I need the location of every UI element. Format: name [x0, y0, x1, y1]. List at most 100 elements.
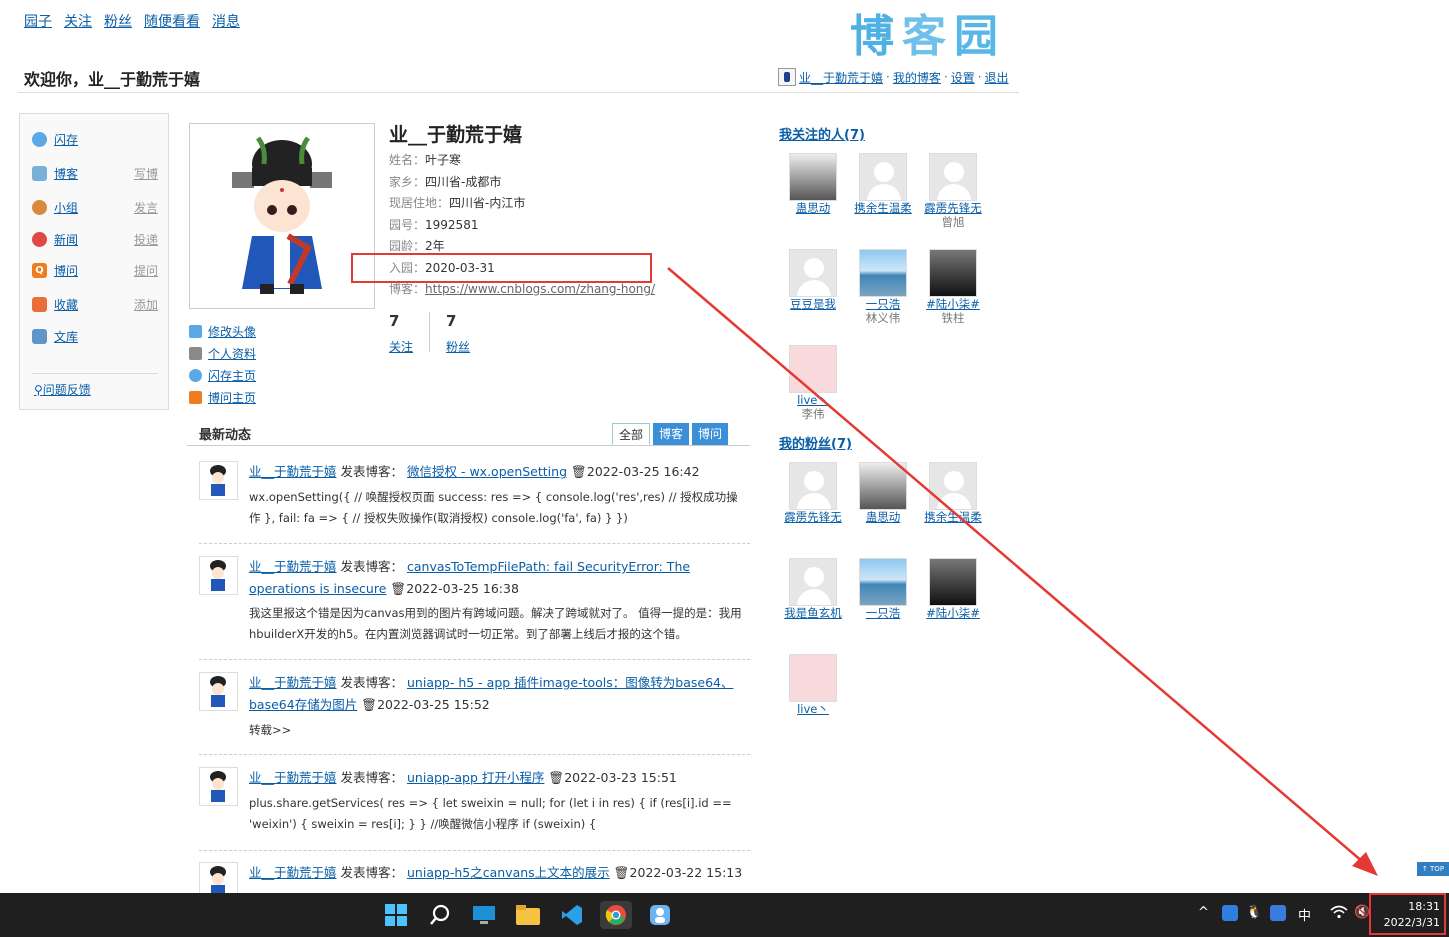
person-name-link[interactable]: 一只浩 [851, 297, 915, 311]
sidebar-item-label[interactable]: 小组 [54, 199, 78, 216]
entry-user-link[interactable]: 业__于勤荒于嬉 [249, 675, 337, 690]
shield-icon[interactable] [1270, 905, 1286, 921]
sidebar-item-sub[interactable]: 写博 [134, 165, 158, 182]
following-stat[interactable]: 7 关注 [389, 312, 429, 355]
wifi-icon[interactable] [1330, 905, 1348, 923]
tab-blog[interactable]: 博客 [653, 423, 690, 445]
entry-title-link[interactable]: uniapp-h5之canvans上文本的展示 [407, 865, 610, 880]
site-logo[interactable]: 博 客 园 [850, 0, 1000, 64]
sidebar-item-sub[interactable]: 提问 [134, 262, 158, 279]
person-name-link[interactable]: 霹雳先锋无 [921, 201, 985, 215]
chrome-icon[interactable] [600, 901, 632, 929]
desktop-icon[interactable] [470, 901, 498, 929]
nav-random-link[interactable]: 随便看看 [144, 11, 200, 31]
sidebar-item-question[interactable]: Q 博问 提问 [32, 262, 158, 279]
chevron-up-icon[interactable]: ^ [1198, 905, 1209, 920]
following-link[interactable]: 关注 [389, 338, 429, 355]
entry-user-link[interactable]: 业__于勤荒于嬉 [249, 464, 337, 479]
entry-title-link[interactable]: 微信授权 - wx.openSetting [407, 464, 567, 479]
logout-link[interactable]: 退出 [985, 69, 1009, 86]
ime-indicator[interactable]: 中 [1298, 905, 1311, 924]
sidebar-item-label[interactable]: 文库 [54, 328, 78, 345]
sidebar-item-blog[interactable]: 博客 写博 [32, 165, 158, 182]
sidebar-item-news[interactable]: 新闻 投递 [32, 231, 158, 248]
person-name-link[interactable]: 豆豆是我 [781, 297, 845, 311]
sidebar-item-sub[interactable]: 投递 [134, 231, 158, 248]
question-home-link[interactable]: 博问主页 [189, 386, 256, 408]
avatar[interactable] [199, 672, 238, 711]
link-label[interactable]: 修改头像 [208, 323, 256, 340]
qq-icon[interactable]: 🐧 [1246, 905, 1262, 920]
entry-title-link[interactable]: uniapp-app 打开小程序 [407, 770, 544, 785]
following-title[interactable]: 我关注的人(7) [779, 124, 865, 143]
person-card[interactable]: 豆豆是我 [781, 249, 845, 311]
sidebar-item-group[interactable]: 小组 发言 [32, 199, 158, 216]
person-avatar[interactable] [929, 558, 977, 606]
person-avatar[interactable] [859, 153, 907, 201]
person-avatar[interactable] [929, 249, 977, 297]
back-to-top-button[interactable]: ↑ TOP [1417, 862, 1449, 876]
nav-home-link[interactable]: 园子 [24, 11, 52, 31]
person-avatar[interactable] [789, 249, 837, 297]
person-card[interactable]: 一只浩 [851, 558, 915, 620]
trash-icon[interactable]: 🗑 [548, 770, 564, 785]
person-avatar[interactable] [929, 462, 977, 510]
speaker-muted-icon[interactable]: 🔇 [1354, 905, 1370, 920]
sidebar-item-library[interactable]: 文库 [32, 328, 158, 345]
person-card[interactable]: 携余生温柔 [851, 153, 915, 215]
person-name-link[interactable]: #陆小柒# [921, 606, 985, 620]
entry-user-link[interactable]: 业__于勤荒于嬉 [249, 770, 337, 785]
person-name-link[interactable]: 蛊思动 [851, 510, 915, 524]
person-avatar[interactable] [789, 654, 837, 702]
nav-fans-link[interactable]: 粉丝 [104, 11, 132, 31]
user-name-link[interactable]: 业__于勤荒于嬉 [799, 69, 883, 86]
person-name-link[interactable]: live丶 [781, 393, 845, 407]
person-card[interactable]: live丶 李伟 [781, 345, 845, 421]
blog-url-link[interactable]: https://www.cnblogs.com/zhang-hong/ [425, 282, 655, 296]
person-avatar[interactable] [859, 462, 907, 510]
entry-user-link[interactable]: 业__于勤荒于嬉 [249, 865, 337, 880]
person-card[interactable]: 霹雳先锋无 [781, 462, 845, 524]
feedback-label[interactable]: 问题反馈 [43, 383, 91, 397]
avatar[interactable] [199, 556, 238, 595]
link-label[interactable]: 闪存主页 [208, 367, 256, 384]
person-card[interactable]: 霹雳先锋无 曾旭 [921, 153, 985, 229]
sidebar-item-label[interactable]: 收藏 [54, 296, 78, 313]
search-icon[interactable] [426, 901, 454, 929]
tab-all[interactable]: 全部 [612, 423, 651, 445]
trash-icon[interactable]: 🗑 [361, 697, 377, 712]
person-name-link[interactable]: 霹雳先锋无 [781, 510, 845, 524]
vscode-icon[interactable] [558, 901, 586, 929]
person-avatar[interactable] [859, 249, 907, 297]
profile-info-link[interactable]: 个人资料 [189, 342, 256, 364]
person-name-link[interactable]: live丶 [781, 702, 845, 716]
person-card[interactable]: #陆小柒# [921, 558, 985, 620]
mini-avatar[interactable] [778, 68, 796, 86]
link-label[interactable]: 个人资料 [208, 345, 256, 362]
tab-question[interactable]: 博问 [692, 423, 729, 445]
my-blog-link[interactable]: 我的博客 [893, 69, 941, 86]
followers-title[interactable]: 我的粉丝(7) [779, 433, 852, 452]
trash-icon[interactable]: 🗑 [614, 865, 630, 880]
person-name-link[interactable]: 蛊思动 [781, 201, 845, 215]
person-avatar[interactable] [789, 462, 837, 510]
person-avatar[interactable] [789, 153, 837, 201]
person-card[interactable]: 一只浩 林义伟 [851, 249, 915, 325]
person-avatar[interactable] [859, 558, 907, 606]
person-name-link[interactable]: 我是鱼玄机 [781, 606, 845, 620]
windows-start-icon[interactable] [382, 901, 410, 929]
trash-icon[interactable]: 🗑 [571, 464, 587, 479]
feedback-link[interactable]: ⚲问题反馈 [34, 381, 91, 398]
trash-icon[interactable]: 🗑 [390, 581, 406, 596]
sidebar-item-favorites[interactable]: 收藏 添加 [32, 296, 158, 313]
avatar[interactable] [199, 862, 238, 893]
person-card[interactable]: #陆小柒# 铁柱 [921, 249, 985, 325]
person-name-link[interactable]: 携余生温柔 [921, 510, 985, 524]
followers-link[interactable]: 粉丝 [446, 338, 486, 355]
person-card[interactable]: 携余生温柔 [921, 462, 985, 524]
file-explorer-icon[interactable] [514, 901, 542, 929]
person-card[interactable]: 蛊思动 [781, 153, 845, 215]
person-card[interactable]: live丶 [781, 654, 845, 716]
followers-stat[interactable]: 7 粉丝 [446, 312, 486, 355]
sidebar-item-label[interactable]: 博问 [54, 262, 78, 279]
